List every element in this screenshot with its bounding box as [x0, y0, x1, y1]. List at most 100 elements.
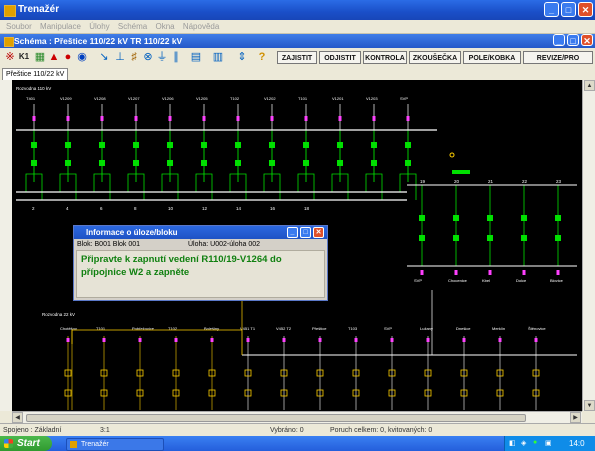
bay-top[interactable]: V1208 [93, 96, 111, 200]
dialog-minimize-button[interactable]: _ [287, 227, 298, 238]
breaker-mark[interactable] [426, 338, 430, 342]
menu-soubor[interactable]: Soubor [6, 20, 32, 33]
breaker-mark[interactable] [488, 270, 492, 275]
breaker-closed[interactable] [453, 215, 459, 221]
breaker-closed[interactable] [201, 142, 207, 148]
breaker-mark[interactable] [354, 338, 358, 342]
bay-top[interactable]: V1207 [127, 96, 145, 200]
breaker-closed[interactable] [65, 142, 71, 148]
close-button[interactable]: ✕ [578, 2, 593, 17]
bay-bottom[interactable]: T102 [168, 326, 180, 410]
disconnector-closed[interactable] [405, 160, 411, 166]
disconnector-closed[interactable] [521, 235, 527, 241]
breaker-mark[interactable] [318, 338, 322, 342]
bay-top[interactable]: T102 [229, 96, 247, 200]
bay-bottom[interactable]: Merklín [492, 326, 505, 410]
warning-icon[interactable]: ▲ [48, 51, 60, 63]
breaker-mark[interactable] [270, 116, 274, 121]
breaker-mark[interactable] [338, 116, 342, 121]
bay-top[interactable]: V1209 [59, 96, 77, 200]
k1-icon[interactable]: K1 [18, 51, 30, 63]
breaker-mark[interactable] [138, 338, 142, 342]
disconnector-closed[interactable] [337, 160, 343, 166]
disconnector-closed[interactable] [99, 160, 105, 166]
disconnector-icon[interactable]: ♯ [128, 51, 140, 63]
breaker-mark[interactable] [102, 338, 106, 342]
breaker-mark[interactable] [134, 116, 138, 121]
disconnector-closed[interactable] [235, 160, 241, 166]
breaker-mark[interactable] [66, 338, 70, 342]
help-icon[interactable]: ? [256, 51, 268, 63]
circuit-breaker-icon[interactable]: ※ [4, 51, 16, 63]
breaker-closed[interactable] [337, 142, 343, 148]
breaker-closed[interactable] [303, 142, 309, 148]
transformer-icon[interactable]: ⊗ [142, 51, 154, 63]
breaker-closed[interactable] [99, 142, 105, 148]
disconnector-closed[interactable] [555, 235, 561, 241]
stop-icon[interactable]: ● [62, 51, 74, 63]
odjistit-button[interactable]: ODJISTIT [319, 51, 361, 64]
breaker-mark[interactable] [390, 338, 394, 342]
horizontal-scroll-thumb[interactable] [26, 414, 526, 422]
parallel-icon[interactable]: ∥ [170, 51, 182, 63]
disconnector-closed[interactable] [269, 160, 275, 166]
switch-icon[interactable]: ⊥ [114, 51, 126, 63]
minimize-button[interactable]: _ [544, 2, 559, 17]
layout-icon[interactable]: ▥ [212, 51, 224, 63]
breaker-closed[interactable] [371, 142, 377, 148]
bay-top[interactable]: V1205 [195, 96, 213, 200]
bay-right[interactable]: Dolce 22 [516, 179, 528, 283]
view-icon[interactable]: ▤ [190, 51, 202, 63]
dialog-close-button[interactable]: ✕ [313, 227, 324, 238]
revize-button[interactable]: REVIZE/PRO [523, 51, 593, 64]
disconnector-closed[interactable] [65, 160, 71, 166]
breaker-mark[interactable] [454, 270, 458, 275]
kontrola-button[interactable]: KONTROLA [363, 51, 407, 64]
disconnector-closed[interactable] [31, 160, 37, 166]
child-close-button[interactable]: ✕ [581, 34, 593, 46]
grid-icon[interactable]: ▦ [34, 51, 46, 63]
pole-kobka-button[interactable]: POLE/KOBKA [463, 51, 521, 64]
line-tool-icon[interactable]: ↘ [98, 51, 110, 63]
breaker-mark[interactable] [210, 338, 214, 342]
breaker-mark[interactable] [498, 338, 502, 342]
bay-bottom[interactable]: Bolešiny [204, 326, 219, 410]
tab-prestice[interactable]: Přeštice 110/22 kV [2, 68, 69, 80]
disconnector-closed[interactable] [167, 160, 173, 166]
disconnector-closed[interactable] [371, 160, 377, 166]
bay-bottom[interactable]: SVP [384, 326, 396, 410]
breaker-mark[interactable] [236, 116, 240, 121]
globe-icon[interactable]: ◉ [76, 51, 88, 63]
breaker-mark[interactable] [420, 270, 424, 275]
bay-right[interactable]: Kbel 21 [482, 179, 494, 283]
bay-bottom[interactable]: V452 T2 [276, 326, 292, 410]
bay-top[interactable]: V1201 [331, 96, 349, 200]
breaker-closed[interactable] [269, 142, 275, 148]
breaker-mark[interactable] [174, 338, 178, 342]
breaker-mark[interactable] [372, 116, 376, 121]
pointer-icon[interactable]: ⇕ [236, 51, 248, 63]
breaker-mark[interactable] [282, 338, 286, 342]
bay-bottom[interactable]: Chotěšov [60, 326, 77, 410]
bay-bottom[interactable]: T103 [348, 326, 360, 410]
scroll-down-icon[interactable]: ▼ [584, 400, 595, 411]
menu-okna[interactable]: Okna [155, 20, 174, 33]
breaker-mark[interactable] [522, 270, 526, 275]
bay-bottom[interactable]: Pobřežovice [132, 326, 155, 410]
breaker-closed[interactable] [487, 215, 493, 221]
breaker-closed[interactable] [167, 142, 173, 148]
breaker-closed[interactable] [419, 215, 425, 221]
bay-top[interactable]: SVP [399, 96, 417, 200]
breaker-closed[interactable] [235, 142, 241, 148]
maximize-button[interactable]: □ [561, 2, 576, 17]
bay-bottom[interactable]: Lužany [420, 326, 433, 410]
disconnector-closed[interactable] [133, 160, 139, 166]
child-minimize-button[interactable]: _ [553, 34, 565, 46]
disconnector-closed[interactable] [303, 160, 309, 166]
breaker-mark[interactable] [168, 116, 172, 121]
bay-bottom[interactable]: T101 [96, 326, 108, 410]
tray-security-icon[interactable]: ● [533, 439, 537, 446]
disconnector-closed[interactable] [487, 235, 493, 241]
breaker-mark[interactable] [304, 116, 308, 121]
tray-display-icon[interactable]: ▣ [545, 439, 552, 447]
